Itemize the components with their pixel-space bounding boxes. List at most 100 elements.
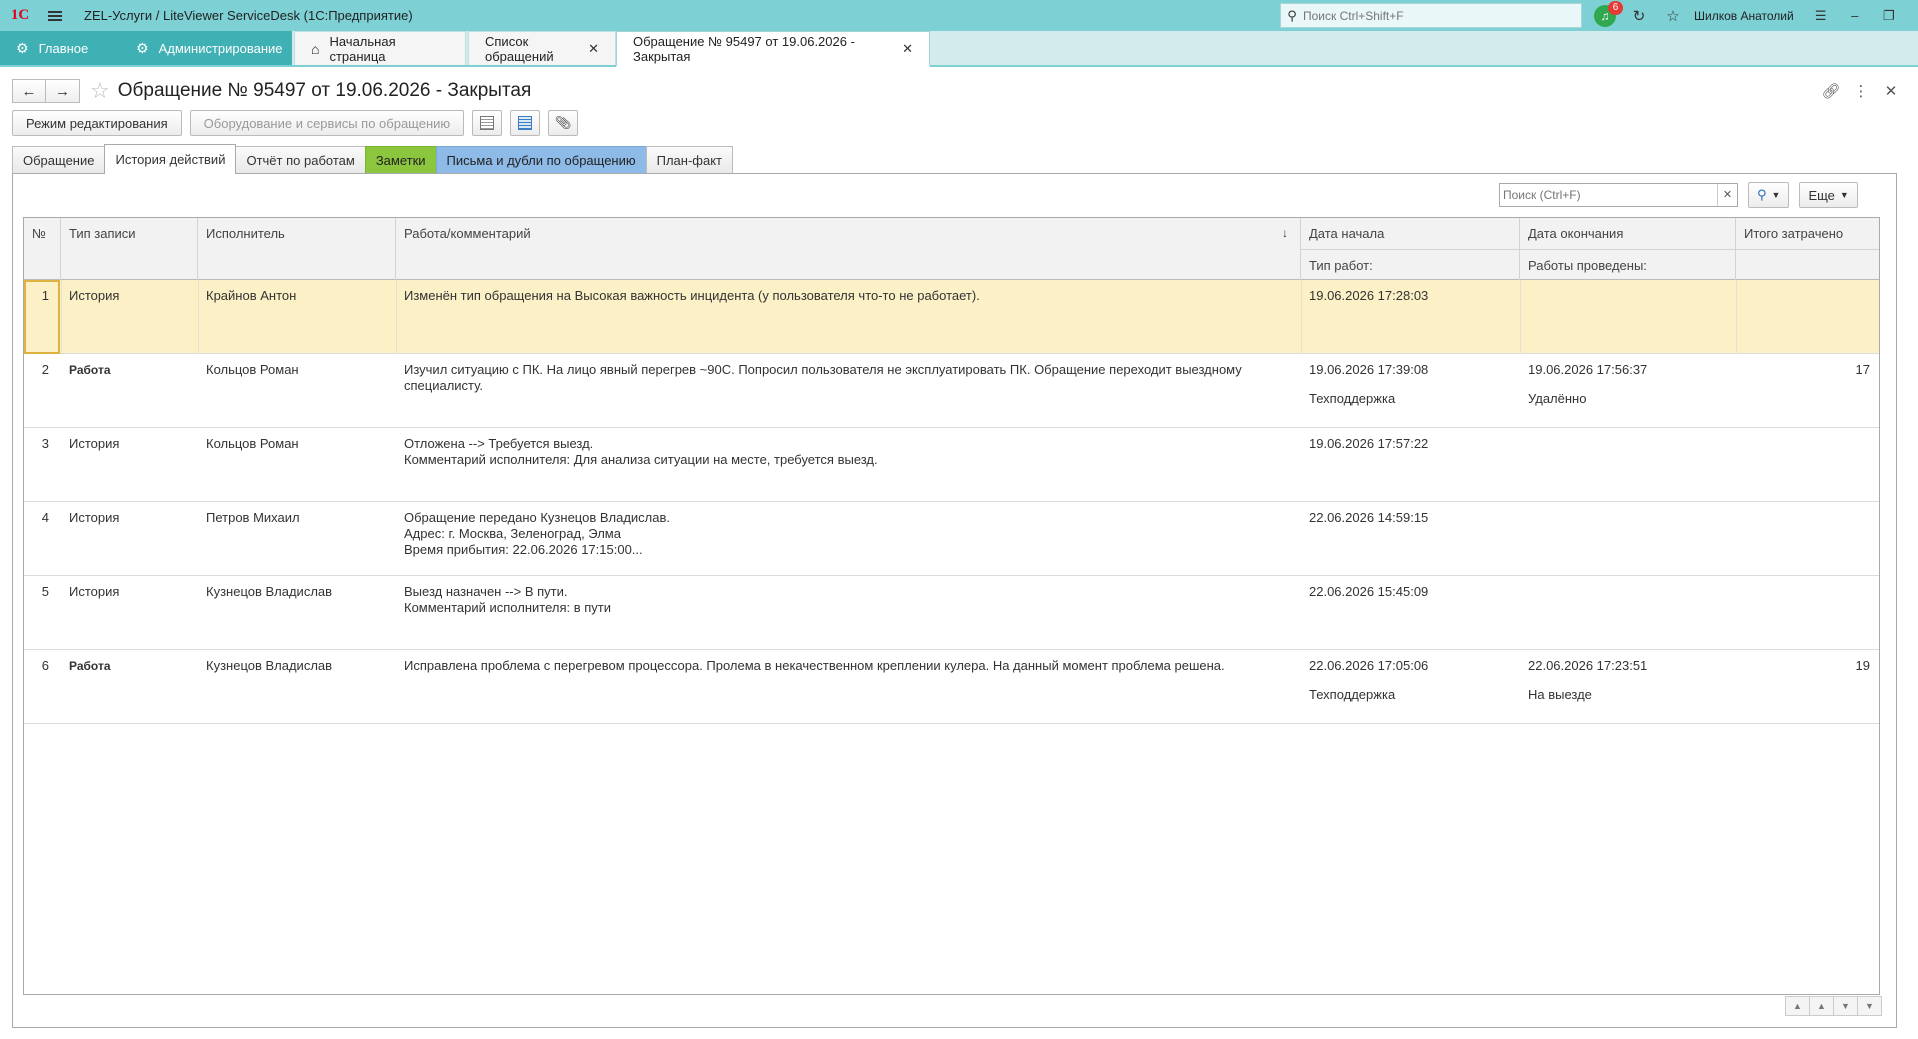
tab-letters[interactable]: Письма и дубли по обращению: [435, 146, 647, 174]
cell-work-type: Техподдержка: [1309, 391, 1396, 406]
cell-executor: Кольцов Роман: [206, 362, 299, 377]
table-row[interactable]: 1 История Крайнов Антон Изменён тип обращен…: [24, 280, 1879, 354]
table-row[interactable]: 4 История Петров Михаил Обращение передано …: [24, 502, 1879, 576]
current-user[interactable]: Шилков Анатолий: [1694, 9, 1794, 23]
grid-scroll-nav: ▲ ▲ ▼ ▼: [1785, 996, 1882, 1016]
gear-icon: ⚙: [16, 39, 29, 56]
tab-current-request[interactable]: Обращение № 95497 от 19.06.2026 - Закрыт…: [616, 31, 930, 67]
cell-start: 19.06.2026 17:28:03: [1309, 288, 1429, 303]
document-button[interactable]: [510, 110, 541, 136]
cell-executor: Кузнецов Владислав: [206, 584, 333, 599]
col-comment-label: Работа/комментарий: [404, 226, 531, 241]
close-tab-icon[interactable]: ✕: [588, 41, 599, 57]
col-end[interactable]: Дата окончания: [1520, 218, 1736, 249]
edit-mode-button[interactable]: Режим редактирования: [12, 110, 182, 136]
close-form-icon[interactable]: ✕: [1876, 82, 1906, 100]
settings-menu-icon[interactable]: ☰: [1804, 0, 1838, 31]
tab-home-page[interactable]: ⌂ Начальная страница: [294, 31, 466, 65]
back-arrow-icon[interactable]: ←: [12, 79, 46, 103]
more-button[interactable]: Еще ▼: [1799, 182, 1858, 208]
favorite-star-icon[interactable]: ☆: [90, 78, 110, 104]
tab-work-report[interactable]: Отчёт по работам: [235, 146, 366, 174]
cell-start: 19.06.2026 17:57:22: [1309, 436, 1429, 451]
form-header: ← → ☆ Обращение № 95497 от 19.06.2026 - …: [12, 76, 1906, 106]
col-work-type[interactable]: Тип работ:: [1301, 249, 1520, 280]
cell-end: 19.06.2026 17:56:37: [1528, 362, 1648, 377]
link-icon[interactable]: 🔗︎: [1816, 82, 1846, 100]
table-header: № Тип записи Исполнитель Работа/коммента…: [24, 218, 1879, 280]
cell-num: 6: [41, 658, 49, 673]
notifications-button[interactable]: ♫ 6: [1588, 0, 1623, 31]
global-search[interactable]: ⚲: [1280, 3, 1582, 28]
section-admin-label: Администрирование: [158, 40, 283, 56]
section-admin[interactable]: ⚙ Администрирование: [120, 31, 292, 65]
history-icon[interactable]: ↻: [1622, 0, 1656, 31]
app-logo[interactable]: 1С: [0, 7, 40, 24]
tab-request[interactable]: Обращение: [12, 146, 106, 174]
clear-icon[interactable]: ✕: [1717, 184, 1737, 206]
col-executor[interactable]: Исполнитель: [198, 218, 396, 280]
home-icon: ⌂: [311, 40, 320, 57]
close-icon[interactable]: ✕: [1906, 0, 1918, 31]
close-tab-icon[interactable]: ✕: [902, 41, 913, 57]
tab-notes[interactable]: Заметки: [364, 146, 437, 174]
cell-total: 19: [1855, 658, 1870, 673]
equipment-services-button[interactable]: Оборудование и сервисы по обращению: [189, 110, 465, 136]
search-icon: ⚲: [1287, 7, 1297, 23]
grid-search-button[interactable]: ⚲ ▼: [1748, 182, 1790, 208]
title-bar: 1С ZEL-Услуги / LiteViewer ServiceDesk (…: [0, 0, 1918, 31]
history-table[interactable]: № Тип записи Исполнитель Работа/коммента…: [23, 217, 1880, 995]
cell-start: 22.06.2026 15:45:09: [1309, 584, 1429, 599]
sort-down-icon[interactable]: ↓: [1282, 218, 1288, 249]
cell-comment: Отложена --> Требуется выезд. Комментари…: [404, 436, 878, 467]
paperclip-icon: 📎︎: [554, 115, 572, 130]
document-icon: [518, 116, 533, 130]
scroll-up-icon[interactable]: ▲: [1809, 996, 1834, 1016]
cell-type: Работа: [69, 659, 111, 673]
table-row[interactable]: 2 Работа Кольцов Роман Изучил ситуацию с ПК…: [24, 354, 1879, 428]
minimize-icon[interactable]: –: [1838, 0, 1872, 31]
cell-work-done: Удалённо: [1528, 391, 1587, 406]
tab-home-page-label: Начальная страница: [329, 33, 396, 64]
cell-type: История: [69, 584, 120, 599]
more-vertical-icon[interactable]: ⋮: [1846, 82, 1876, 100]
cell-num: 5: [41, 584, 49, 599]
cell-executor: Кузнецов Владислав: [206, 658, 333, 673]
col-num[interactable]: №: [24, 218, 61, 280]
list-view-button[interactable]: [472, 110, 503, 136]
restore-icon[interactable]: ❐: [1872, 0, 1906, 31]
cell-executor: Крайнов Антон: [206, 288, 297, 303]
attach-button[interactable]: 📎︎: [548, 110, 579, 136]
cell-type: История: [69, 288, 120, 303]
forward-arrow-icon[interactable]: →: [46, 79, 80, 103]
tab-action-history[interactable]: История действий: [104, 144, 237, 174]
table-row[interactable]: 6 Работа Кузнецов Владислав Исправлена проб…: [24, 650, 1879, 724]
table-row[interactable]: 3 История Кольцов Роман Отложена --> Требуе…: [24, 428, 1879, 502]
grid-search-input[interactable]: [1500, 188, 1717, 202]
command-bar: Режим редактирования Оборудование и серв…: [12, 110, 586, 136]
cell-comment: Изменён тип обращения на Высокая важност…: [404, 288, 980, 303]
favorites-star-icon[interactable]: ☆: [1656, 0, 1690, 31]
cell-comment: Обращение передано Кузнецов Владислав. А…: [404, 510, 671, 557]
section-main-label: Главное: [38, 40, 89, 56]
col-work-done[interactable]: Работы проведены:: [1520, 249, 1736, 280]
table-row[interactable]: 5 История Кузнецов Владислав Выезд назначен…: [24, 576, 1879, 650]
tab-plan-fact[interactable]: План-факт: [645, 146, 734, 174]
global-search-input[interactable]: [1303, 8, 1573, 23]
col-total[interactable]: Итого затрачено: [1736, 218, 1879, 249]
col-comment[interactable]: Работа/комментарий ↓: [396, 218, 1301, 280]
scroll-down-icon[interactable]: ▼: [1833, 996, 1858, 1016]
page-title: Обращение № 95497 от 19.06.2026 - Закрыт…: [117, 80, 532, 101]
section-main[interactable]: ⚙ Главное: [0, 31, 120, 65]
grid-search-field[interactable]: ✕: [1499, 183, 1738, 207]
tab-requests-list[interactable]: Список обращений ✕: [468, 31, 616, 65]
cell-type: История: [69, 510, 120, 525]
col-start[interactable]: Дата начала: [1301, 218, 1520, 249]
scroll-top-icon[interactable]: ▲: [1785, 996, 1810, 1016]
cell-start: 19.06.2026 17:39:08: [1309, 362, 1429, 377]
grid-search-bar: ✕ ⚲▼ Еще▼: [1499, 182, 1858, 208]
cell-type: История: [69, 436, 120, 451]
col-type[interactable]: Тип записи: [61, 218, 198, 280]
main-menu-icon[interactable]: [40, 0, 70, 31]
scroll-bottom-icon[interactable]: ▼: [1857, 996, 1882, 1016]
